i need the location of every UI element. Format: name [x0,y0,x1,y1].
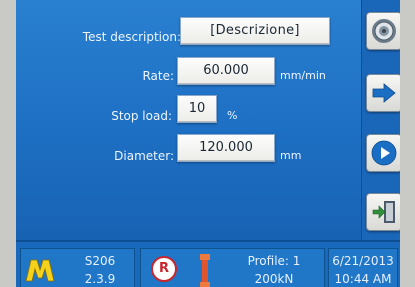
rate-label: Rate: [142,69,174,83]
diameter-unit: mm [280,149,302,162]
brand-logo [25,259,55,282]
right-button-bar [361,0,400,240]
test-setup-panel: Test description: [Descrizione] Rate: 60… [16,0,361,240]
play-button[interactable] [366,134,400,172]
machine-screen: Test description: [Descrizione] Rate: 60… [16,0,400,287]
date-label: 6/21/2013 [332,254,394,268]
test-description-field[interactable]: [Descrizione] [180,17,330,45]
diameter-label: Diameter: [114,149,174,163]
play-icon [371,140,397,166]
arrow-right-icon [372,83,396,103]
stop-load-label: Stop load: [111,109,172,123]
datetime-cell: 6/21/2013 10:44 AM [328,248,398,287]
dial-icon [372,19,396,43]
settings-dial-button[interactable] [366,12,400,50]
test-description-label: Test description: [82,30,181,44]
profile-label: Profile: 1 [247,254,301,268]
model-name: S206 [84,254,116,268]
specimen-icon [200,254,210,287]
record-badge: R [151,256,177,282]
version-number: 2.3.9 [84,272,116,286]
exit-door-icon [372,201,395,223]
stop-load-field[interactable]: 10 [177,95,217,123]
next-button[interactable] [366,74,400,112]
rate-unit: mm/min [280,69,326,82]
rate-field[interactable]: 60.000 [177,57,275,85]
capacity-label: 200kN [254,272,294,286]
diameter-field[interactable]: 120.000 [177,134,275,162]
stop-load-unit: % [227,109,238,122]
exit-button[interactable] [366,193,400,231]
status-bar: S206 2.3.9 R Profile: 1 200kN 6/21/2013 … [16,240,400,287]
time-label: 10:44 AM [334,272,392,286]
profile-cell[interactable]: R Profile: 1 200kN [140,248,325,287]
firmware-cell: S206 2.3.9 [20,248,135,287]
